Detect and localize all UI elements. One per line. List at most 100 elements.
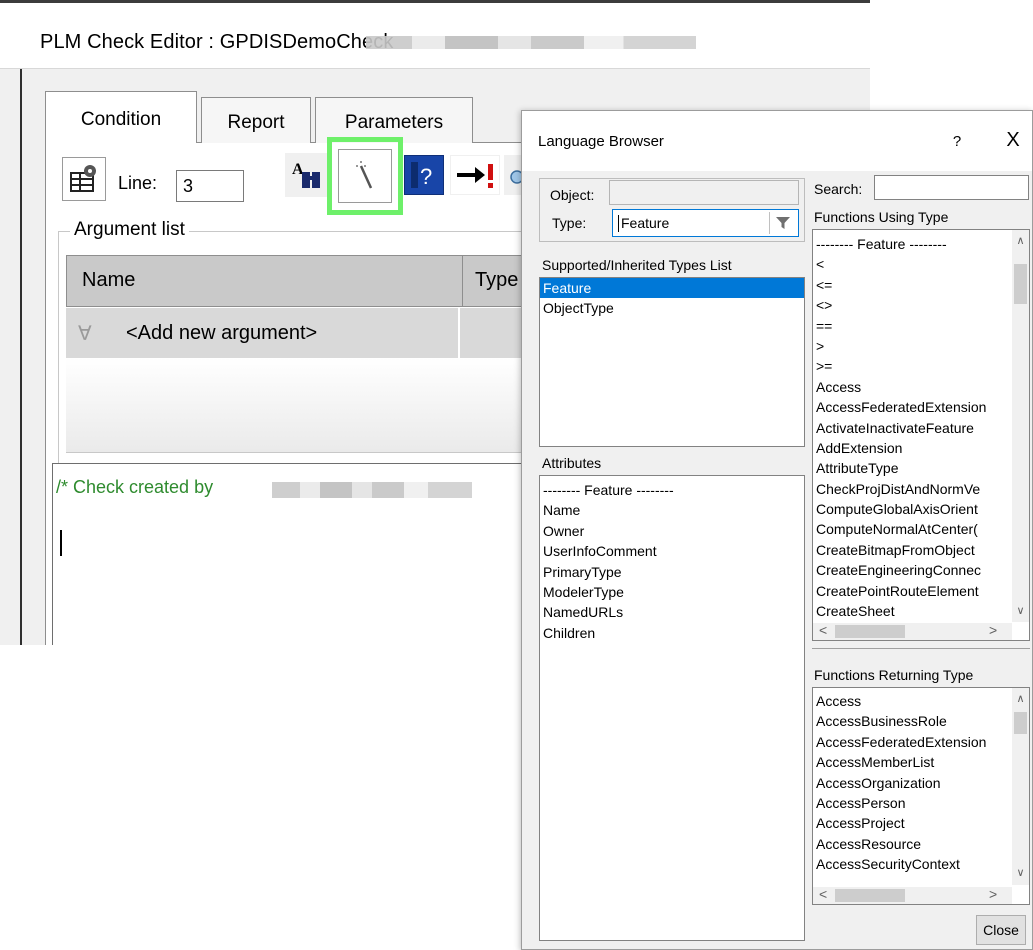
functions-using-vscrollbar[interactable]: ∧ ∨ (1012, 230, 1029, 622)
list-item[interactable]: <> (813, 295, 1029, 315)
list-item[interactable]: AccessFederatedExtension (813, 732, 1029, 752)
help-button[interactable]: ? (404, 155, 444, 195)
scroll-right-icon[interactable]: > (989, 886, 997, 902)
list-item[interactable]: < (813, 254, 1029, 274)
filter-icon (775, 217, 790, 229)
scroll-right-icon[interactable]: > (989, 622, 997, 638)
list-item[interactable]: > (813, 336, 1029, 356)
forall-icon: ∀ (78, 323, 92, 345)
filter-button[interactable] (769, 212, 795, 234)
list-item[interactable]: AccessProject (813, 813, 1029, 833)
list-item[interactable]: CreateSheet (813, 601, 1029, 621)
list-item[interactable]: CreateEngineeringConnec (813, 560, 1029, 580)
scroll-down-icon[interactable]: ∨ (1012, 604, 1029, 617)
add-new-argument[interactable]: <Add new argument> (126, 322, 317, 345)
list-item[interactable]: -------- Feature -------- (813, 234, 1029, 254)
list-item[interactable]: CreatePointRouteElement (813, 581, 1029, 601)
list-item[interactable]: <= (813, 275, 1029, 295)
close-icon: X (1006, 128, 1020, 151)
list-item[interactable]: PrimaryType (540, 562, 804, 582)
scroll-thumb[interactable] (1014, 712, 1027, 734)
scroll-down-icon[interactable]: ∨ (1012, 866, 1029, 879)
svg-text:?: ? (420, 164, 432, 189)
functions-returning-hscrollbar[interactable]: < > (813, 886, 1012, 904)
help-icon: ? (411, 162, 432, 189)
type-caret (618, 215, 619, 232)
scroll-up-icon[interactable]: ∧ (1012, 692, 1029, 705)
find-replace-icon: A (292, 161, 320, 188)
functions-returning-label: Functions Returning Type (814, 667, 974, 683)
list-item[interactable]: Feature (540, 278, 804, 299)
list-item[interactable]: Access (813, 377, 1029, 397)
argument-list-label: Argument list (70, 219, 189, 241)
line-label: Line: (118, 173, 158, 193)
language-browser-dialog: Language Browser ? X Object: Type: Featu… (521, 110, 1033, 950)
attributes-list: -------- Feature -------- Name Owner Use… (539, 475, 805, 941)
list-item[interactable]: Children (540, 623, 804, 643)
scroll-thumb[interactable] (835, 889, 905, 902)
find-replace-button[interactable]: A (285, 153, 329, 197)
splitter[interactable] (812, 648, 1030, 651)
scroll-up-icon[interactable]: ∧ (1012, 234, 1029, 247)
list-item[interactable]: AccessSecurityContext (813, 854, 1029, 874)
question-icon: ? (952, 132, 962, 150)
go-to-error-icon (457, 164, 493, 188)
functions-using-label: Functions Using Type (814, 209, 949, 225)
list-item[interactable]: AccessOrganization (813, 773, 1029, 793)
list-item[interactable]: CreateBitmapFromObject (813, 540, 1029, 560)
list-item[interactable]: NamedURLs (540, 602, 804, 622)
run-check-icon (70, 165, 96, 192)
close-dialog-button[interactable]: X (996, 125, 1030, 155)
list-item[interactable]: AccessMemberList (813, 752, 1029, 772)
scroll-left-icon[interactable]: < (819, 886, 827, 902)
list-item[interactable]: ComputeGlobalAxisOrient (813, 499, 1029, 519)
list-item[interactable]: ActivateInactivateFeature (813, 418, 1029, 438)
line-number-input[interactable] (176, 170, 244, 202)
dialog-title-bar: Language Browser ? X (522, 111, 1032, 171)
search-label: Search: (814, 181, 863, 197)
type-label: Type: (552, 215, 587, 231)
functions-returning-vscrollbar[interactable]: ∧ ∨ (1012, 688, 1029, 885)
text-caret (60, 530, 62, 556)
list-item[interactable]: AccessResource (813, 834, 1029, 854)
list-item[interactable]: Owner (540, 521, 804, 541)
search-input[interactable] (874, 175, 1029, 200)
list-item[interactable]: AccessPerson (813, 793, 1029, 813)
editor-title-bar: PLM Check Editor : GPDISDemoCheck (0, 3, 870, 69)
functions-using-list: -------- Feature -------- < <= <> == > >… (812, 229, 1030, 641)
supported-types-label: Supported/Inherited Types List (542, 257, 732, 273)
column-header-type[interactable]: Type (475, 269, 518, 292)
list-item[interactable]: AttributeType (813, 458, 1029, 478)
list-item[interactable]: AccessBusinessRole (813, 711, 1029, 731)
list-item[interactable]: AddExtension (813, 438, 1029, 458)
list-item[interactable]: AccessFederatedExtension (813, 397, 1029, 417)
close-button[interactable]: Close (976, 915, 1026, 945)
dialog-title: Language Browser (538, 133, 664, 150)
supported-types-list: Feature ObjectType (539, 277, 805, 447)
editor-title: PLM Check Editor : GPDISDemoCheck (40, 31, 394, 53)
list-item[interactable]: ComputeNormalAtCenter( (813, 519, 1029, 539)
tab-report[interactable]: Report (201, 97, 311, 143)
tab-condition[interactable]: Condition (45, 91, 197, 143)
scroll-thumb[interactable] (1014, 264, 1027, 304)
list-item[interactable]: Access (813, 691, 1029, 711)
list-item[interactable]: >= (813, 356, 1029, 376)
help-question-button[interactable]: ? (942, 127, 972, 155)
column-header-name[interactable]: Name (82, 269, 135, 292)
scroll-left-icon[interactable]: < (819, 622, 827, 638)
list-item[interactable]: UserInfoComment (540, 541, 804, 561)
list-item[interactable]: CheckProjDistAndNormVe (813, 479, 1029, 499)
go-to-error-button[interactable] (450, 155, 500, 195)
functions-using-hscrollbar[interactable]: < > (813, 622, 1012, 640)
list-item[interactable]: -------- Feature -------- (540, 480, 804, 500)
redacted-author (272, 482, 472, 498)
functions-returning-list: Access AccessBusinessRole AccessFederate… (812, 687, 1030, 905)
run-check-button[interactable] (62, 157, 106, 201)
scroll-thumb[interactable] (835, 625, 905, 638)
list-item[interactable]: Name (540, 500, 804, 520)
object-field (609, 180, 799, 205)
list-item[interactable]: == (813, 316, 1029, 336)
redacted-title-suffix (366, 36, 696, 49)
list-item[interactable]: ObjectType (540, 298, 804, 318)
list-item[interactable]: ModelerType (540, 582, 804, 602)
